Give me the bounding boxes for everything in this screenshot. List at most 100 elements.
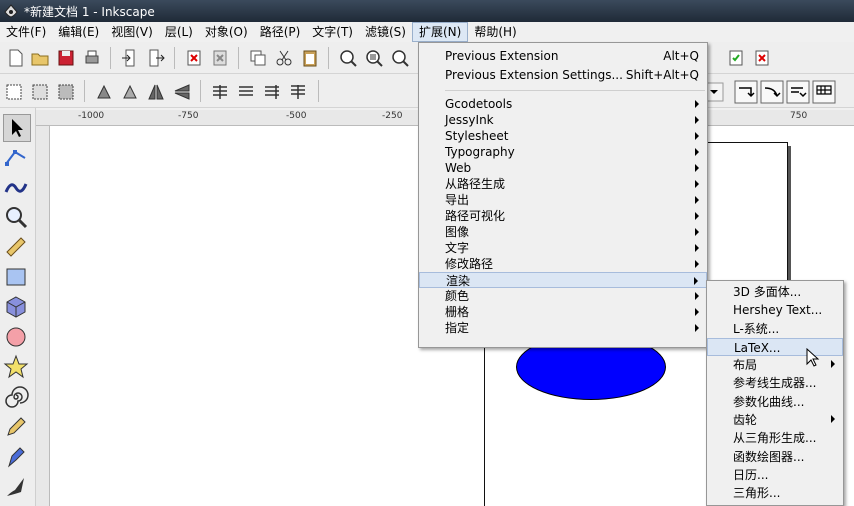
transform-corners-icon[interactable] bbox=[760, 80, 784, 104]
node-tool[interactable] bbox=[3, 144, 31, 172]
menu-6[interactable]: 文字(T) bbox=[306, 22, 359, 42]
render-item-5[interactable]: 参考线生成器... bbox=[707, 374, 843, 392]
cube-icon bbox=[6, 296, 26, 318]
import-icon[interactable] bbox=[120, 48, 140, 68]
export-icon[interactable] bbox=[146, 48, 166, 68]
menu-4[interactable]: 对象(O) bbox=[199, 22, 254, 42]
rotate-ccw-icon[interactable] bbox=[94, 82, 114, 102]
submenu-arrow-icon bbox=[695, 292, 699, 300]
ext-item-11[interactable]: 渲染 bbox=[419, 272, 707, 288]
zoom-tool[interactable] bbox=[3, 204, 31, 232]
ellipse-tool[interactable] bbox=[3, 324, 31, 352]
flip-vertical-icon[interactable] bbox=[172, 82, 192, 102]
star-icon bbox=[3, 354, 29, 379]
raise-to-top-icon[interactable] bbox=[288, 82, 308, 102]
vertical-ruler[interactable] bbox=[36, 126, 50, 506]
clear-icon[interactable] bbox=[210, 48, 230, 68]
ext-item-5[interactable]: 从路径生成 bbox=[419, 176, 707, 192]
tweak-tool[interactable] bbox=[3, 174, 31, 202]
save-icon[interactable] bbox=[56, 48, 76, 68]
ruler-tick-label: -1000 bbox=[78, 111, 105, 121]
ext-top-item-1[interactable]: Previous Extension Settings... Shift+Alt+… bbox=[419, 66, 707, 85]
raise-icon[interactable] bbox=[262, 82, 282, 102]
submenu-arrow-icon bbox=[694, 277, 698, 285]
close-document-icon[interactable] bbox=[752, 48, 772, 68]
render-item-1[interactable]: Hershey Text... bbox=[707, 301, 843, 319]
render-item-2[interactable]: L-系统... bbox=[707, 320, 843, 338]
ext-item-0[interactable]: Gcodetools bbox=[419, 96, 707, 112]
print-icon[interactable] bbox=[82, 48, 102, 68]
ext-top-item-0[interactable]: Previous Extension Alt+Q bbox=[419, 47, 707, 66]
lower-to-bottom-icon[interactable] bbox=[210, 82, 230, 102]
ext-item-13[interactable]: 栅格 bbox=[419, 304, 707, 320]
transform-stroke-icon[interactable] bbox=[734, 80, 758, 104]
ext-item-7[interactable]: 路径可视化 bbox=[419, 208, 707, 224]
invert-selection-icon[interactable] bbox=[56, 82, 76, 102]
star-tool[interactable] bbox=[3, 354, 31, 382]
mouse-pointer-icon bbox=[806, 348, 820, 367]
ext-item-2[interactable]: Stylesheet bbox=[419, 128, 707, 144]
render-item-11[interactable]: 三角形... bbox=[707, 484, 843, 502]
3d-box-tool[interactable] bbox=[3, 294, 31, 322]
render-item-8[interactable]: 从三角形生成... bbox=[707, 429, 843, 447]
toolbox bbox=[0, 108, 36, 506]
rotate-cw-icon[interactable] bbox=[120, 82, 140, 102]
pencil-tool[interactable] bbox=[3, 414, 31, 442]
ext-item-6[interactable]: 导出 bbox=[419, 192, 707, 208]
ext-item-9[interactable]: 文字 bbox=[419, 240, 707, 256]
ext-item-4[interactable]: Web bbox=[419, 160, 707, 176]
pen-tool[interactable] bbox=[3, 444, 31, 472]
new-document-icon[interactable] bbox=[6, 48, 26, 68]
menu-5[interactable]: 路径(P) bbox=[254, 22, 307, 42]
delete-icon[interactable] bbox=[184, 48, 204, 68]
lower-icon[interactable] bbox=[236, 82, 256, 102]
ext-item-14[interactable]: 指定 bbox=[419, 320, 707, 336]
measure-tool[interactable] bbox=[3, 234, 31, 262]
menu-8[interactable]: 扩展(N) bbox=[411, 22, 469, 42]
spiral-tool[interactable] bbox=[3, 384, 31, 412]
ext-item-10[interactable]: 修改路径 bbox=[419, 256, 707, 272]
zoom-selection-icon[interactable] bbox=[338, 48, 358, 68]
flip-horizontal-icon[interactable] bbox=[146, 82, 166, 102]
menu-1[interactable]: 编辑(E) bbox=[52, 22, 105, 42]
render-item-7[interactable]: 齿轮 bbox=[707, 411, 843, 429]
render-item-0[interactable]: 3D 多面体... bbox=[707, 283, 843, 301]
zoom-drawing-icon[interactable] bbox=[364, 48, 384, 68]
zoom-page-icon[interactable] bbox=[390, 48, 410, 68]
ext-item-8[interactable]: 图像 bbox=[419, 224, 707, 240]
render-item-10[interactable]: 日历... bbox=[707, 466, 843, 484]
duplicate-icon[interactable] bbox=[248, 48, 268, 68]
render-item-4[interactable]: 布局 bbox=[707, 356, 843, 374]
render-item-6[interactable]: 参数化曲线... bbox=[707, 393, 843, 411]
rectangle-tool[interactable] bbox=[3, 264, 31, 292]
transform-gradient-icon[interactable] bbox=[786, 80, 810, 104]
ext-item-1[interactable]: JessyInk bbox=[419, 112, 707, 128]
extensions-menu: Previous Extension Alt+Q Previous Extensio… bbox=[418, 42, 708, 348]
menu-item-label: Web bbox=[445, 161, 472, 175]
select-all-icon[interactable] bbox=[4, 82, 24, 102]
menu-9[interactable]: 帮助(H) bbox=[468, 22, 522, 42]
render-item-3[interactable]: LaTeX... bbox=[707, 337, 843, 357]
paste-icon[interactable] bbox=[300, 48, 320, 68]
cut-icon[interactable] bbox=[274, 48, 294, 68]
menu-item-label: 日历... bbox=[733, 467, 769, 482]
menu-3[interactable]: 层(L) bbox=[159, 22, 199, 42]
menu-item-label: Previous Extension Settings... bbox=[445, 68, 623, 82]
ext-item-3[interactable]: Typography bbox=[419, 144, 707, 160]
menu-7[interactable]: 滤镜(S) bbox=[359, 22, 412, 42]
menu-separator bbox=[445, 90, 705, 91]
menu-item-label: 从路径生成 bbox=[445, 177, 506, 191]
menu-2[interactable]: 视图(V) bbox=[105, 22, 159, 42]
document-properties-icon[interactable] bbox=[726, 48, 746, 68]
selector-tool[interactable] bbox=[3, 114, 31, 142]
magnifier-icon bbox=[6, 207, 28, 229]
render-item-9[interactable]: 函数绘图器... bbox=[707, 448, 843, 466]
menu-item-label: Gcodetools bbox=[445, 97, 513, 111]
select-all-layers-icon[interactable] bbox=[30, 82, 50, 102]
transform-pattern-icon[interactable] bbox=[812, 80, 836, 104]
ext-item-12[interactable]: 颜色 bbox=[419, 288, 707, 304]
open-folder-icon[interactable] bbox=[30, 48, 50, 68]
menu-item-label: 参数化曲线... bbox=[733, 394, 805, 409]
calligraphy-tool[interactable] bbox=[3, 474, 31, 502]
menu-0[interactable]: 文件(F) bbox=[0, 22, 52, 42]
